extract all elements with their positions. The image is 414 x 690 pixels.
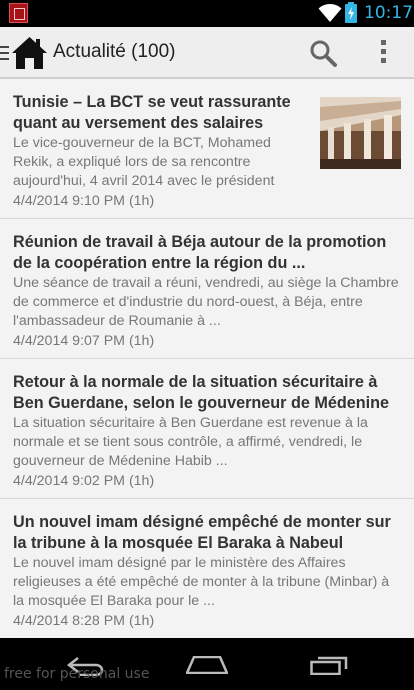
list-item[interactable]: Retour à la normale de la situation sécu… — [0, 359, 414, 499]
action-bar: Actualité (100) — [0, 27, 414, 79]
article-title: Retour à la normale de la situation sécu… — [13, 373, 389, 412]
page-title: Actualité (100) — [53, 41, 176, 62]
article-title: Réunion de travail à Béja autour de la p… — [13, 233, 387, 272]
article-date: 4/4/2014 9:07 PM (1h) — [13, 333, 155, 349]
news-list: Tunisie – La BCT se veut rassurante quan… — [0, 79, 414, 638]
list-item[interactable]: Réunion de travail à Béja autour de la p… — [0, 219, 414, 359]
article-description: Une séance de travail a réuni, vendredi,… — [13, 275, 399, 329]
wifi-icon — [318, 4, 342, 22]
article-date: 4/4/2014 8:28 PM (1h) — [13, 613, 155, 629]
overflow-menu-icon[interactable] — [376, 40, 390, 66]
article-title: Tunisie – La BCT se veut rassurante quan… — [13, 93, 291, 132]
watermark-text: free for personal use — [4, 666, 150, 682]
article-date: 4/4/2014 9:10 PM (1h) — [13, 193, 155, 209]
article-date: 4/4/2014 9:02 PM (1h) — [13, 473, 155, 489]
recent-apps-icon[interactable] — [310, 655, 348, 675]
battery-charging-icon — [345, 2, 357, 23]
list-item[interactable]: Tunisie – La BCT se veut rassurante quan… — [0, 79, 414, 219]
list-item[interactable]: Un nouvel imam désigné empêché de monter… — [0, 499, 414, 638]
home-icon[interactable] — [11, 36, 48, 70]
status-bar: 10:17 — [0, 0, 414, 27]
article-title: Un nouvel imam désigné empêché de monter… — [13, 513, 391, 552]
drawer-indicator-icon[interactable] — [0, 46, 9, 60]
home-nav-icon[interactable] — [186, 656, 228, 674]
article-description: La situation sécuritaire à Ben Guerdane … — [13, 415, 368, 469]
article-thumbnail — [320, 97, 401, 169]
app-notification-icon — [9, 3, 28, 23]
article-description: Le nouvel imam désigné par le ministère … — [13, 555, 390, 609]
article-description: Le vice-gouverneur de la BCT, Mohamed Re… — [13, 135, 275, 189]
status-time: 10:17 — [364, 3, 413, 23]
search-icon[interactable] — [308, 38, 338, 68]
navigation-bar: free for personal use — [0, 638, 414, 690]
